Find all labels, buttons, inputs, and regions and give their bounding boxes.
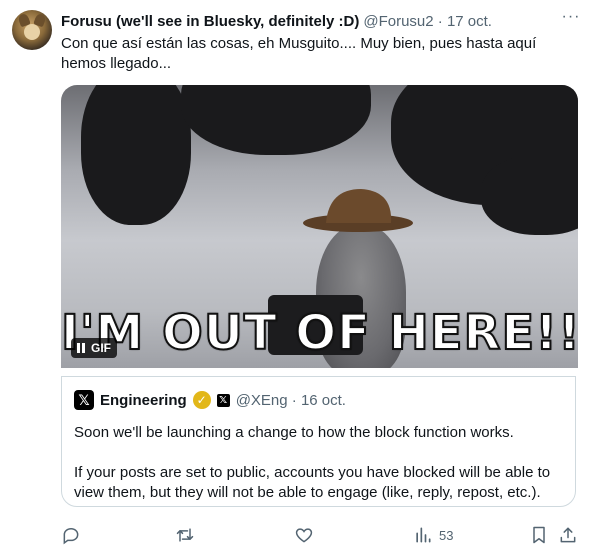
rock-shape-mid: [181, 85, 371, 155]
quoted-author-name: Engineering: [100, 391, 187, 409]
tweet-header: Forusu (we'll see in Bluesky, definitely…: [61, 11, 492, 31]
x-logo-avatar-icon: 𝕏: [74, 390, 94, 410]
rock-shape-far-right: [481, 155, 578, 235]
quoted-post[interactable]: 𝕏 Engineering ✓ 𝕏 @XEng · 16 oct. Soon w…: [61, 376, 576, 507]
reply-icon: [63, 527, 79, 545]
analytics-icon: [416, 527, 431, 543]
repost-button[interactable]: [175, 524, 195, 546]
author-name[interactable]: Forusu (we'll see in Bluesky, definitely…: [61, 13, 359, 30]
quoted-post-text: Soon we'll be launching a change to how …: [74, 423, 566, 523]
author-avatar[interactable]: [12, 10, 52, 50]
more-options-icon[interactable]: ···: [560, 9, 582, 31]
gif-pause-badge[interactable]: GIF: [71, 338, 117, 358]
share-icon: [560, 527, 576, 543]
quoted-paragraph: If your posts are set to public, account…: [74, 464, 551, 501]
pause-icon: [77, 343, 85, 353]
repost-icon: [176, 528, 194, 542]
quoted-post-header: 𝕏 Engineering ✓ 𝕏 @XEng · 16 oct.: [74, 389, 346, 411]
views-button[interactable]: 53: [413, 524, 453, 546]
author-handle-date[interactable]: @Forusu2 · 17 oct.: [363, 13, 492, 30]
quoted-handle-date: @XEng · 16 oct.: [235, 391, 346, 409]
avatar-face: [24, 24, 40, 40]
verified-badge-icon: ✓: [192, 391, 211, 409]
tweet-text: Con que así están las cosas, eh Musguito…: [61, 35, 541, 72]
action-bar: 53: [0, 524, 602, 546]
bookmark-icon: [533, 526, 545, 544]
views-count: 53: [439, 527, 454, 543]
gif-media[interactable]: I'M OUT OF HERE!!! GIF: [61, 85, 578, 368]
gif-label: GIF: [91, 341, 111, 355]
gif-caption-text: I'M OUT OF HERE!!!: [61, 304, 578, 362]
rock-shape-left: [81, 85, 191, 225]
x-affiliation-icon: 𝕏: [216, 393, 230, 407]
share-button[interactable]: [558, 524, 578, 546]
heart-icon: [295, 528, 313, 543]
reply-button[interactable]: [61, 524, 81, 546]
hat-shape: [303, 189, 413, 232]
quoted-paragraph: Soon we'll be launching a change to how …: [74, 424, 514, 441]
like-button[interactable]: [294, 524, 314, 546]
bookmark-button[interactable]: [529, 524, 549, 546]
